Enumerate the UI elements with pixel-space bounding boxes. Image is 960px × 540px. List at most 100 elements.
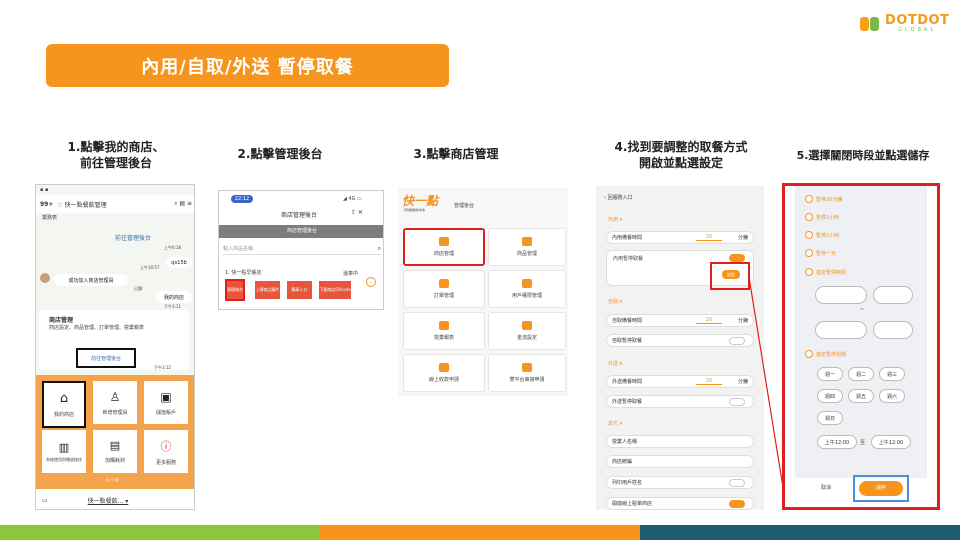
step-2-label: 2.點擊管理後台 — [237, 147, 323, 161]
chat-title: ♡ 快一點餐飲管理 — [57, 201, 107, 209]
tile-product-management[interactable]: 商品管理 — [488, 228, 566, 266]
dotdot-logo: DOTDOT GLOBAL — [860, 14, 949, 33]
share-close-icons[interactable]: ⇪ ✕ — [351, 209, 363, 216]
weekday-wed[interactable]: 週三 — [879, 367, 905, 381]
tile-order-management[interactable]: 訂單管理 — [403, 270, 485, 308]
start-time-input-2[interactable] — [873, 286, 913, 304]
back-count[interactable]: 99+ — [40, 201, 53, 208]
dine-pause-toggle[interactable] — [729, 254, 745, 262]
tile-user-permissions[interactable]: 用戶權限管理 — [488, 270, 566, 308]
tile-store-management[interactable]: 商店管理 — [403, 228, 485, 266]
qrcode-button[interactable]: 下載商店QRcode — [319, 281, 351, 299]
admin-link-2[interactable]: 前往管理後台 — [76, 348, 136, 368]
rich-menu: ⌂ 我的商店 ♙ 新增管理員 ▣ 儲值帳戶 ▥ 系統使用與播放秘技 ▤ 加購耗材… — [36, 375, 194, 489]
option-pause-30min[interactable]: 暫停30分鐘 — [805, 195, 842, 203]
expand-icon[interactable]: ⌄ — [366, 277, 376, 287]
message-bubble: qx15b — [166, 257, 192, 268]
menu-consumables[interactable]: ▤ 加購耗材 — [93, 430, 137, 473]
business-name-row[interactable]: 營業人名稱 — [606, 435, 754, 448]
phone-3-admin-home: 快一點 智慧餐飲新革命 管理後台 商店管理 商品管理 訂單管理 用戶權限管理 營… — [398, 188, 568, 396]
option-pause-1h[interactable]: 暫停1小時 — [805, 213, 839, 221]
option-pause-2h[interactable]: 暫停2小時 — [805, 231, 839, 239]
store-icon: ⌂ — [59, 391, 69, 406]
step-1-label: 1.點擊我的商店、 前往管理後台 — [67, 140, 165, 170]
wallet-icon: ▣ — [160, 389, 172, 404]
menu-my-store[interactable]: ⌂ 我的商店 — [42, 381, 86, 428]
avatar — [40, 273, 50, 283]
page-title: 內用/自取/外送 暫停取餐 — [46, 44, 449, 87]
pickup-pause-toggle[interactable] — [729, 337, 745, 345]
store-search[interactable]: 輸入商品名稱 ⌕ — [223, 243, 381, 255]
brand-name: DOTDOT — [885, 13, 950, 28]
keyboard-icon[interactable]: ▭ — [42, 497, 48, 504]
phone-5-pause-options: 暫停30分鐘 暫停1小時 暫停2小時 暫停一天 指定暫停時間 ~ 指定暫停週期 … — [782, 183, 940, 510]
weekly-end-time[interactable]: 上午12:00 — [871, 435, 911, 449]
store-icon — [439, 237, 449, 246]
tile-payment-settings[interactable]: 金流設定 — [488, 312, 566, 350]
save-button[interactable]: 儲存 — [859, 481, 903, 496]
chart-icon — [439, 321, 449, 330]
footer-bar-orange — [320, 525, 640, 540]
back-link[interactable]: ‹ 回服務入口 — [604, 194, 633, 201]
delivery-pause-toggle[interactable] — [729, 398, 745, 406]
tile-online-payment[interactable]: 線上收款申請 — [403, 354, 485, 392]
edit-icon — [522, 321, 532, 330]
edit-icon — [522, 363, 532, 372]
menu-more-services[interactable]: ⓘ 更多服務 — [144, 430, 188, 473]
end-time-input[interactable] — [815, 321, 867, 339]
box-icon: ▤ — [109, 439, 121, 452]
phone-4-store-settings: ‹ 回服務入口 內用 ▾ 內用備餐時間 20 分鐘 內用暫停取餐 設定 自取 ▾ 自… — [596, 186, 764, 510]
menu-topup[interactable]: ▣ 儲值帳戶 — [144, 381, 188, 424]
search-icon[interactable]: ⌕ — [378, 245, 381, 253]
book-icon: ▥ — [58, 440, 70, 454]
bag-icon — [522, 237, 532, 246]
pickup-prep-time[interactable]: 自取備餐時間 20 分鐘 — [606, 314, 754, 327]
weekday-tue[interactable]: 週二 — [848, 367, 874, 381]
menu-system-tips[interactable]: ▥ 系統使用與播放秘技 — [42, 430, 86, 473]
admin-link-1[interactable]: 前往管理後台 — [88, 233, 178, 242]
trash-icon — [439, 279, 449, 288]
pickup-pause-row: 自取暫停取餐 — [606, 334, 754, 347]
step-4-label: 4.找到要調整的取餐方式 開啟並點選設定 — [614, 140, 748, 170]
print-name-row: 列印用戶姓名 — [606, 476, 754, 489]
weekday-fri[interactable]: 週五 — [848, 389, 874, 403]
weekday-sun[interactable]: 週日 — [817, 411, 843, 425]
setting-button[interactable]: 設定 — [722, 270, 740, 279]
online-order-row: 開啟線上點單商店 — [606, 497, 754, 510]
phone-2-admin-list: 22:12 ◢ 4G ▭ 商店管理後台 ⇪ ✕ 商店管理後台 輸入商品名稱 ⌕ … — [218, 190, 384, 310]
step-5-label: 5.選擇關閉時段並點選儲存 — [796, 149, 930, 162]
tile-sales-report[interactable]: 營業報表 — [403, 312, 485, 350]
option-pause-1day[interactable]: 暫停一天 — [805, 249, 836, 257]
end-time-input-2[interactable] — [873, 321, 913, 339]
admin-button[interactable]: 管理後台 — [225, 279, 245, 301]
footer-bar-teal — [640, 525, 960, 540]
cancel-button[interactable]: 取消 — [821, 484, 831, 491]
print-name-toggle[interactable] — [729, 479, 745, 487]
option-pause-weekly[interactable]: 指定暫停週期 — [805, 350, 846, 358]
weekly-start-time[interactable]: 上午12:00 — [817, 435, 857, 449]
users-icon — [522, 279, 532, 288]
line-bottom-bar: ▭ 快一點餐飲... ▾ — [36, 489, 194, 509]
option-pause-custom-time[interactable]: 指定暫停時間 — [805, 268, 846, 276]
tax-id-row[interactable]: 商店統編 — [606, 455, 754, 468]
delivery-pause-row: 外送暫停取餐 — [606, 395, 754, 408]
weekday-sat[interactable]: 週六 — [879, 389, 905, 403]
cart-entry-button[interactable]: 購車入口 — [287, 281, 312, 299]
upload-image-button[interactable]: 上傳商品圖片 — [255, 281, 280, 299]
user-add-icon: ♙ — [109, 389, 121, 404]
search-icon[interactable]: ⌕ ▤ ≡ — [174, 200, 192, 208]
menu-add-admin[interactable]: ♙ 新增管理員 — [93, 381, 137, 424]
dine-prep-time[interactable]: 內用備餐時間 20 分鐘 — [606, 231, 754, 244]
dotdot-logo-icon — [860, 16, 880, 32]
weekday-thu[interactable]: 週四 — [817, 389, 843, 403]
phone-1-line-chat: ▪ ▪ 99+ ♡ 快一點餐飲管理 ⌕ ▤ ≡ 業務表 前往管理後台 上午6:1… — [35, 184, 195, 510]
delivery-prep-time[interactable]: 外送備餐時間 20 分鐘 — [606, 375, 754, 388]
footer-bar-green — [0, 525, 320, 540]
my-store-bubble: 我的商店 — [156, 291, 192, 303]
online-order-toggle[interactable] — [729, 500, 745, 508]
start-time-input[interactable] — [815, 286, 867, 304]
weekday-mon[interactable]: 週一 — [817, 367, 843, 381]
edit-icon — [439, 363, 449, 372]
brand-sub: GLOBAL — [898, 27, 937, 33]
tile-dual-platform[interactable]: 雙平台串接申請 — [488, 354, 566, 392]
